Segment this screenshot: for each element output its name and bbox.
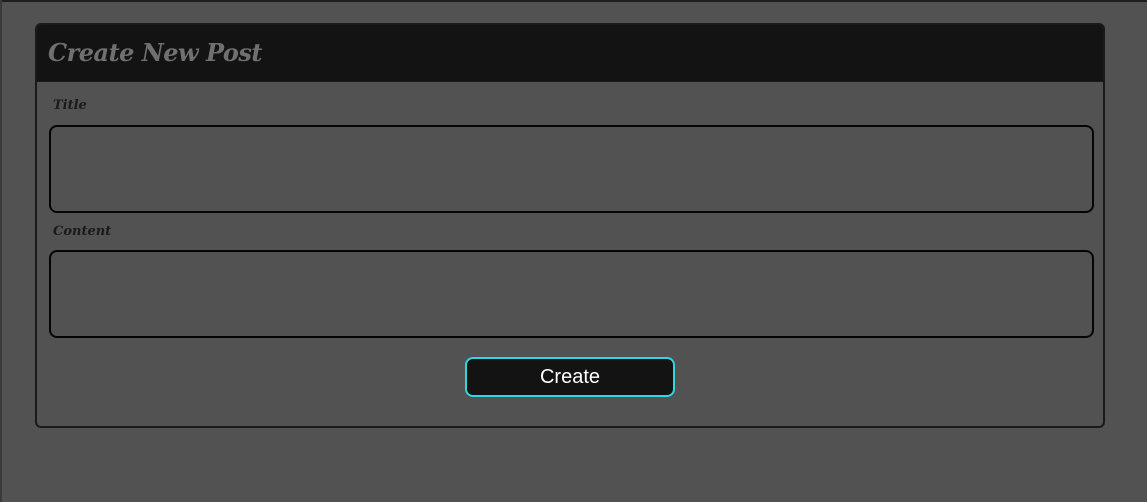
- title-label: Title: [53, 98, 87, 113]
- create-button[interactable]: Create: [465, 357, 675, 397]
- create-post-card: Create New Post Title Content Create: [35, 23, 1105, 428]
- title-input[interactable]: [49, 125, 1094, 213]
- content-label: Content: [53, 224, 112, 239]
- page-left-border: [0, 0, 2, 502]
- content-input[interactable]: [49, 250, 1094, 338]
- card-header: Create New Post: [37, 25, 1103, 82]
- page-title: Create New Post: [48, 38, 263, 67]
- page-top-border: [0, 0, 1147, 2]
